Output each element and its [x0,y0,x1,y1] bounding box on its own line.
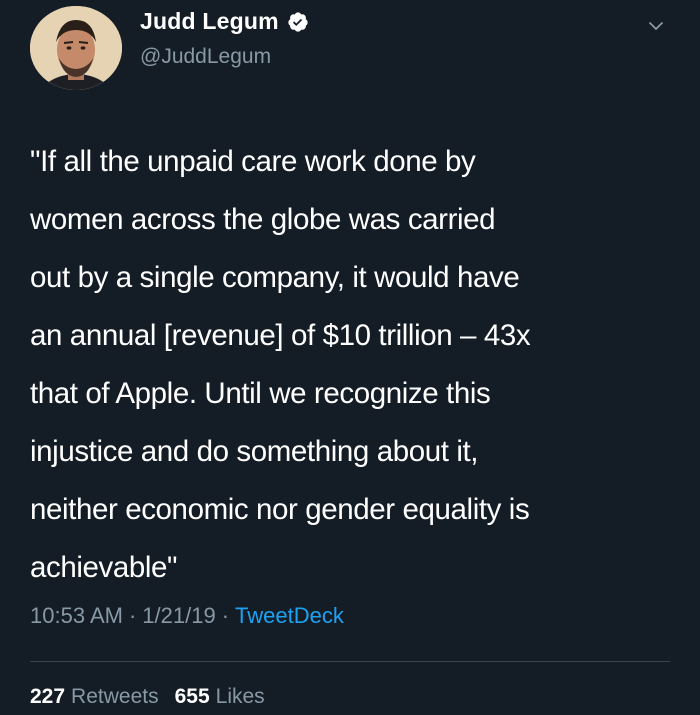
tweet-time[interactable]: 10:53 AM [30,603,123,629]
tweet-source-link[interactable]: TweetDeck [235,603,344,629]
retweets-count: 227 [30,685,66,708]
likes-label: Likes [215,685,265,708]
tweet-meta: 10:53 AM · 1/21/19 · TweetDeck [30,603,344,629]
tweet-card: Judd Legum @JuddLegum "If all the unpaid… [0,0,700,715]
meta-separator: · [221,603,230,628]
divider [30,661,670,662]
author-name-row: Judd Legum [140,8,309,35]
avatar[interactable] [30,6,122,90]
tweet-stats: 227 Retweets 655 Likes [30,685,281,709]
retweets-stat[interactable]: 227 Retweets [30,685,159,709]
verified-badge-icon [287,11,309,33]
avatar-image [30,6,122,90]
tweet-text: "If all the unpaid care work done by wom… [30,145,531,584]
tweet-date[interactable]: 1/21/19 [142,603,215,629]
author-handle[interactable]: @JuddLegum [140,45,271,69]
likes-count: 655 [174,685,210,708]
author-display-name[interactable]: Judd Legum [140,8,279,35]
retweets-label: Retweets [71,685,159,708]
chevron-down-icon[interactable] [646,16,666,36]
likes-stat[interactable]: 655 Likes [175,685,265,709]
meta-separator: · [128,603,137,628]
